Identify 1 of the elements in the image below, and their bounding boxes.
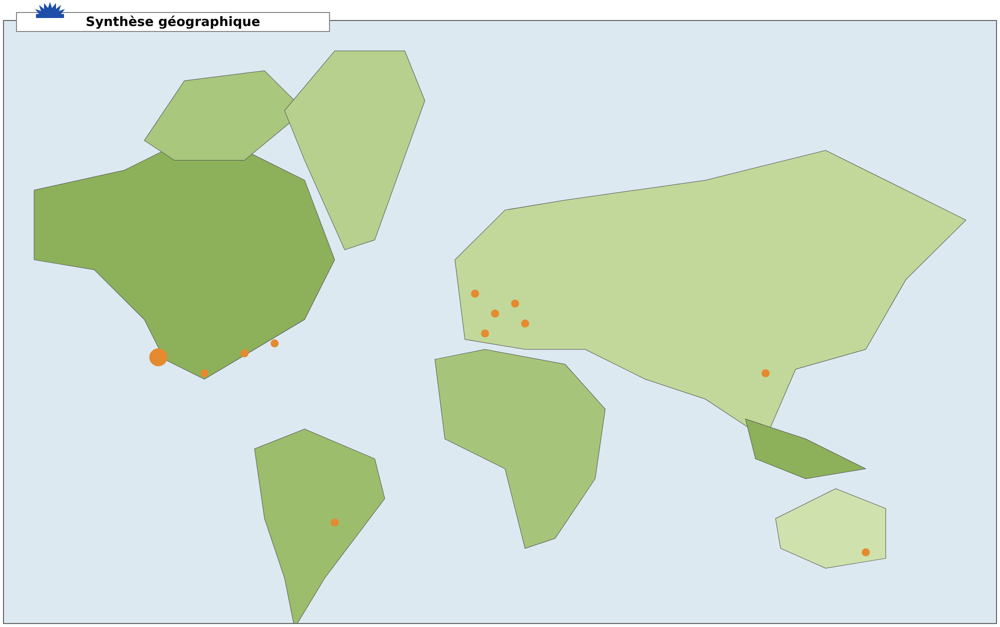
panel-title: Synthèse géographique (16, 12, 330, 32)
